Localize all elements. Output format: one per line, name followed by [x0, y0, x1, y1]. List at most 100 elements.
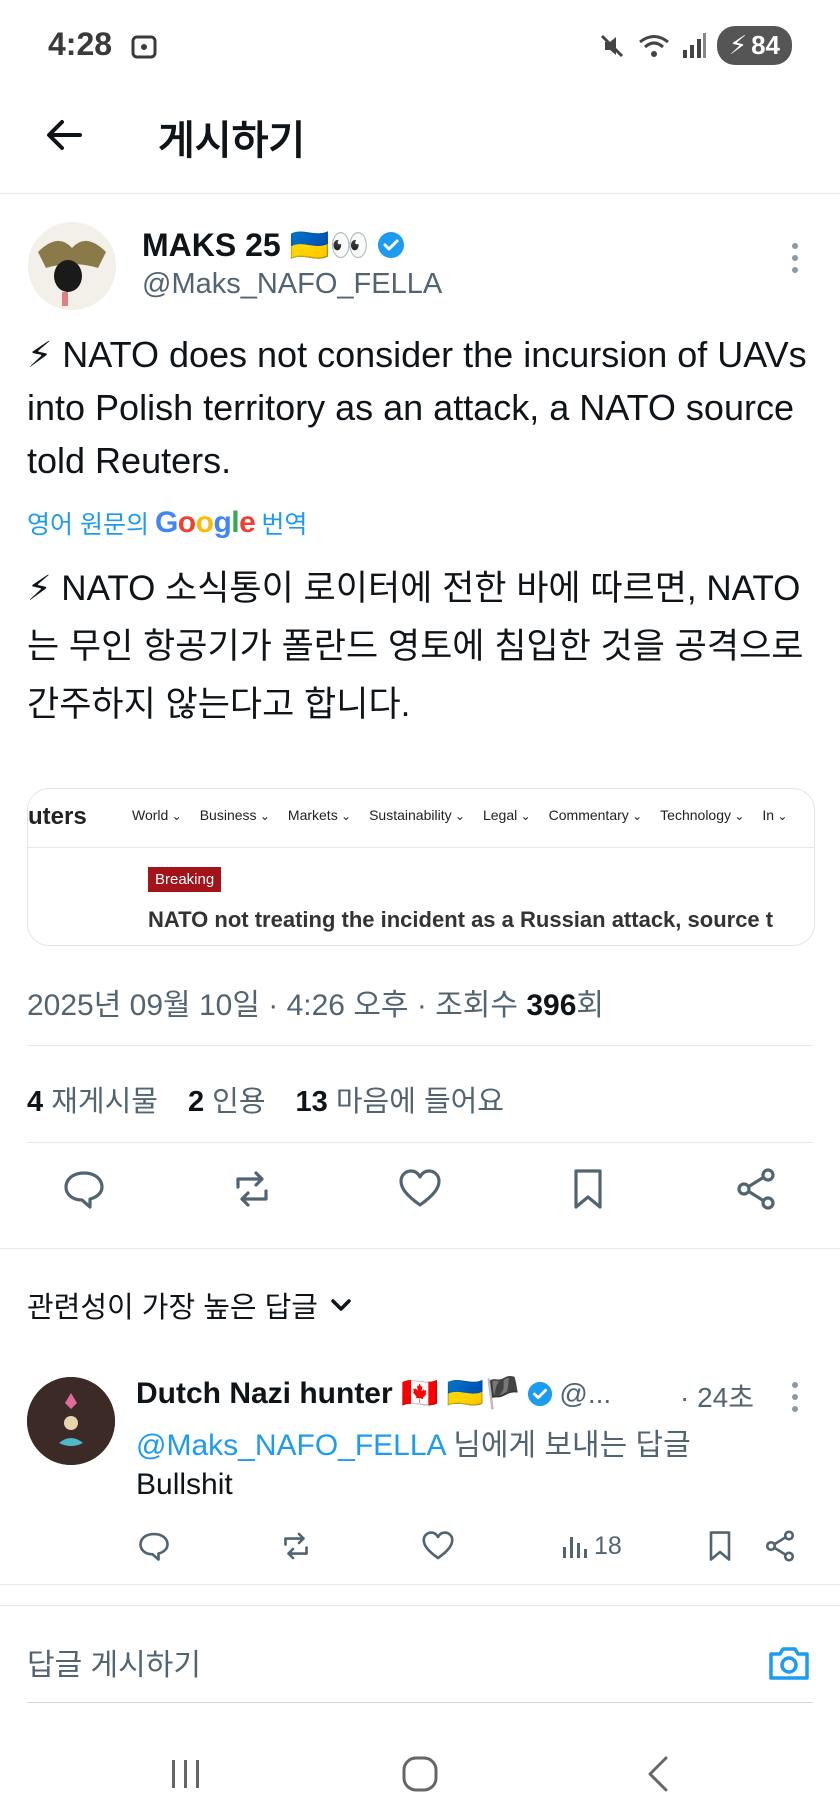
likes-stat[interactable]: 13 마음에 들어요: [296, 1078, 504, 1120]
reply-compose-input[interactable]: 답글 게시하기: [27, 1640, 201, 1684]
reply-reply-button[interactable]: [136, 1528, 172, 1564]
reply-handle[interactable]: @...: [559, 1378, 611, 1410]
view-suffix: 회: [576, 989, 604, 1022]
home-button[interactable]: [400, 1754, 440, 1794]
tweet-action-bar: [0, 1165, 840, 1225]
compose-underline: [27, 1702, 813, 1703]
actions-divider: [0, 1248, 840, 1249]
timestamp-text: 2025년 09월 10일 · 4:26 오후 · 조회수: [27, 989, 527, 1022]
share-button[interactable]: [732, 1165, 780, 1213]
reply-share-button[interactable]: [762, 1528, 798, 1564]
reply-view-count: 18: [594, 1531, 622, 1560]
display-name[interactable]: MAKS 25 🇺🇦👀: [142, 226, 405, 264]
card-nav: World Business Markets Sustainability Le…: [132, 807, 787, 823]
card-nav-item: Markets: [288, 807, 351, 823]
back-button[interactable]: [40, 110, 90, 160]
bookmark-button[interactable]: [564, 1165, 612, 1213]
compose-top-divider: [0, 1605, 840, 1606]
sort-label: 관련성이 가장 높은 답글: [27, 1292, 318, 1324]
bookmark-icon: [574, 1169, 602, 1209]
bookmark-icon: [709, 1531, 731, 1561]
card-logo: uters: [28, 803, 87, 830]
reply-avatar[interactable]: [27, 1377, 115, 1465]
signal-icon: [681, 32, 707, 60]
reply-sort-dropdown[interactable]: 관련성이 가장 높은 답글: [27, 1284, 354, 1326]
chevron-down-icon: [328, 1292, 354, 1318]
card-divider: [28, 847, 814, 848]
stats-divider: [27, 1142, 813, 1143]
avatar[interactable]: [28, 222, 116, 310]
reply-repost-button[interactable]: [278, 1528, 314, 1564]
reply-to-line: @Maks_NAFO_FELLA 님에게 보내는 답글: [136, 1420, 691, 1464]
reply-to-suffix: 님에게 보내는 답글: [444, 1429, 691, 1462]
repost-icon: [236, 1171, 268, 1207]
header-divider: [0, 193, 840, 194]
reply-divider: [0, 1584, 840, 1585]
reply-avatar-image: [27, 1377, 115, 1465]
breaking-badge: Breaking: [148, 867, 222, 892]
heart-icon: [422, 1531, 454, 1560]
heart-icon: [399, 1169, 441, 1207]
handle[interactable]: @Maks_NAFO_FELLA: [142, 268, 442, 301]
card-headline: NATO not treating the incident as a Russ…: [148, 907, 774, 932]
recent-apps-button[interactable]: [166, 1754, 206, 1794]
more-vertical-icon: [792, 243, 798, 273]
reposts-stat[interactable]: 4 재게시물: [27, 1078, 158, 1120]
quotes-stat[interactable]: 2 인용: [188, 1078, 266, 1120]
more-vertical-icon: [792, 1382, 798, 1412]
analytics-icon: [563, 1537, 587, 1558]
avatar-image: [28, 222, 116, 310]
view-count: 396: [526, 989, 577, 1022]
translate-link[interactable]: 영어 원문의 Google 번역: [27, 505, 307, 541]
repost-button[interactable]: [228, 1165, 276, 1213]
recent-apps-icon: [172, 1760, 199, 1788]
home-icon: [402, 1756, 438, 1792]
card-nav-item: World: [132, 807, 182, 823]
card-nav-item: Technology: [660, 807, 744, 823]
more-options-button[interactable]: [788, 240, 802, 276]
tweet-text: ⚡ NATO does not consider the incursion o…: [27, 334, 807, 481]
reply-time: · 24초: [680, 1382, 755, 1413]
mute-icon: [597, 31, 627, 61]
link-card[interactable]: uters World Business Markets Sustainabil…: [27, 788, 815, 946]
meta-divider: [27, 1045, 813, 1046]
wifi-icon: [637, 31, 671, 61]
reply-views-button[interactable]: 18: [560, 1528, 660, 1564]
reply-like-button[interactable]: [420, 1528, 456, 1564]
share-icon: [765, 1530, 795, 1562]
reply-action-bar: 18: [0, 1528, 840, 1568]
reply-text: Bullshit: [136, 1468, 233, 1501]
page-title: 게시하기: [158, 119, 306, 163]
like-button[interactable]: [396, 1165, 444, 1213]
reply-button[interactable]: [60, 1165, 108, 1213]
engagement-stats: 4 재게시물 2 인용 13 마음에 들어요: [27, 1078, 504, 1120]
card-nav-item: In: [762, 807, 787, 823]
card-nav-item: Commentary: [549, 807, 643, 823]
comment-icon: [64, 1171, 104, 1209]
status-time: 4:28: [48, 26, 159, 63]
back-nav-button[interactable]: [640, 1754, 680, 1794]
reply-more-button[interactable]: [788, 1380, 802, 1414]
screenshot-icon: [129, 32, 159, 62]
mention-link[interactable]: @Maks_NAFO_FELLA: [136, 1429, 445, 1462]
translated-text: ⚡ NATO 소식통이 로이터에 전한 바에 따르면, NATO는 무인 항공기…: [27, 569, 804, 724]
status-icons: ⚡ 84: [597, 26, 792, 65]
chevron-left-icon: [648, 1756, 668, 1792]
repost-icon: [284, 1532, 308, 1560]
translate-suffix: 번역: [261, 511, 308, 539]
card-nav-item: Legal: [483, 807, 531, 823]
arrow-left-icon: [47, 120, 82, 150]
reply-bookmark-button[interactable]: [702, 1528, 738, 1564]
timestamp: 2025년 09월 10일 · 4:26 오후 · 조회수 396회: [27, 980, 604, 1024]
camera-button[interactable]: [766, 1640, 812, 1686]
card-nav-item: Sustainability: [369, 807, 465, 823]
reply-display-name[interactable]: Dutch Nazi hunter 🇨🇦 🇺🇦🏴 @...: [136, 1376, 611, 1411]
system-nav-bar: [0, 1740, 840, 1810]
charging-icon: ⚡: [728, 30, 748, 60]
card-nav-item: Business: [200, 807, 270, 823]
verified-badge-icon: [377, 231, 405, 259]
comment-icon: [139, 1532, 169, 1561]
share-icon: [737, 1168, 775, 1210]
translate-prefix: 영어 원문의: [27, 511, 149, 539]
google-logo: Google: [154, 506, 256, 539]
